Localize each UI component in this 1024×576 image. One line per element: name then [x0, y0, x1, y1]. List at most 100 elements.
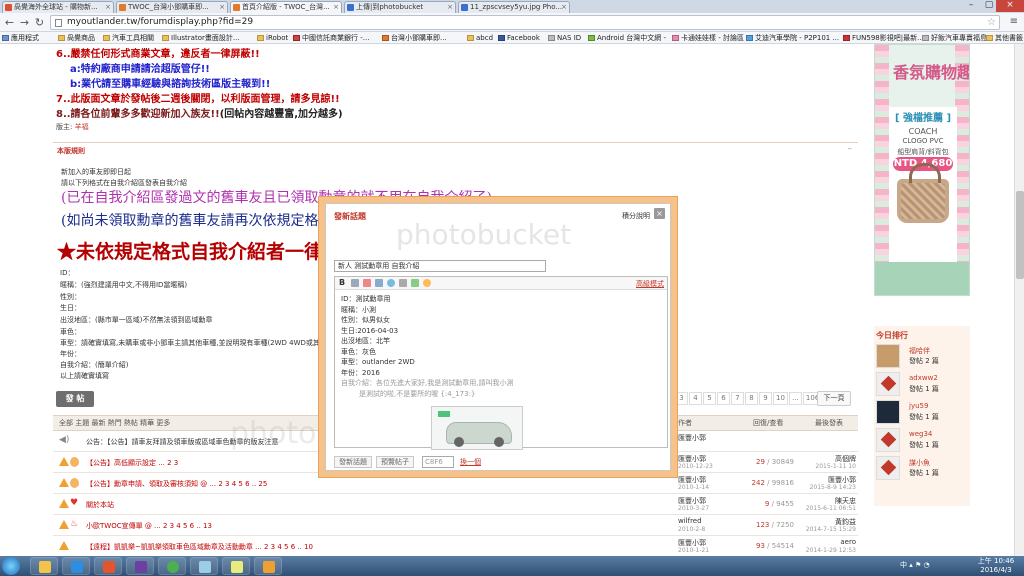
taskbar-app[interactable] [254, 557, 282, 575]
avatar[interactable] [876, 456, 900, 480]
post-editor[interactable]: B 高級模式 ID：測試勳章用 暱稱：小測 性別：似男似女 生日:2016-04… [334, 276, 668, 450]
moderator-link[interactable]: 羊福 [75, 123, 89, 131]
close-tab-icon[interactable]: × [561, 2, 567, 12]
bookmark-item[interactable]: Facebook [498, 33, 540, 43]
page-scrollbar[interactable] [1014, 44, 1024, 556]
bookmark-star-icon[interactable]: ☆ [987, 16, 996, 29]
close-dialog-button[interactable]: × [654, 208, 665, 219]
bookmark-item[interactable]: NAS ID [548, 33, 581, 43]
quote-icon[interactable] [399, 279, 407, 287]
last-poster[interactable]: aero [798, 538, 856, 546]
thread-title[interactable]: 小歐TWOC宣傳單 @ ... 2 3 4 5 6 .. 13 [86, 521, 212, 531]
bold-icon[interactable]: B [339, 279, 347, 287]
taskbar-app[interactable] [222, 557, 250, 575]
bookmark-item[interactable]: 台灣小鄧購車即... [382, 33, 447, 43]
address-bar[interactable]: myoutlander.tw/forumdisplay.php?fid=29 ☆ [50, 15, 1000, 30]
ranking-item[interactable]: adxww2 發帖 1 篇 [876, 372, 968, 396]
ranking-item[interactable]: jyu59 發帖 1 篇 [876, 400, 968, 424]
taskbar-app[interactable] [30, 557, 58, 575]
browser-menu-icon[interactable]: ≡ [1010, 16, 1018, 27]
advanced-mode-link[interactable]: 高級模式 [636, 279, 664, 289]
collapse-icon[interactable]: – [848, 144, 853, 154]
thread-author[interactable]: 匯豐小郭 [678, 433, 706, 443]
image-icon[interactable] [351, 279, 359, 287]
next-page-button[interactable]: 下一頁 [817, 391, 851, 406]
minimize-window-button[interactable]: – [962, 0, 980, 12]
bookmark-item[interactable]: Android 台灣中文網 - [588, 33, 666, 43]
table-row[interactable]: ♨ 小歐TWOC宣傳單 @ ... 2 3 4 5 6 .. 13 wilfre… [53, 516, 858, 536]
reload-icon[interactable]: ↻ [32, 15, 47, 30]
bookmark-item[interactable]: 艾迪汽車學院 - P2P101 ... [746, 33, 839, 43]
back-arrow-icon[interactable]: ← [2, 15, 17, 30]
avatar[interactable] [876, 372, 900, 396]
browser-tab[interactable]: TWOC_台灣小鄧購車即... × [116, 1, 228, 13]
bookmark-item[interactable]: 中國信託商業銀行 -... [293, 33, 369, 43]
start-button[interactable] [2, 557, 20, 575]
bookmark-item[interactable]: 咼覺商品 [58, 33, 95, 43]
bookmark-item[interactable]: FUN598影視吧|最新... [843, 33, 924, 43]
page-link[interactable]: 6 [717, 392, 730, 405]
bookmark-item[interactable]: Illustrator畫面設計... [162, 33, 240, 43]
close-window-button[interactable]: × [996, 0, 1024, 12]
color-icon[interactable] [363, 279, 371, 287]
points-help-link[interactable]: 積分說明 [622, 211, 650, 221]
browser-tab[interactable]: 上傳|到photobucket × [344, 1, 456, 13]
code-icon[interactable] [411, 279, 419, 287]
system-tray[interactable]: 中 ▴ ⚑ ◔ [900, 560, 930, 570]
page-link[interactable]: 7 [731, 392, 744, 405]
close-tab-icon[interactable]: × [333, 2, 339, 12]
subject-input[interactable]: 新人 測試勳章用 自我介紹 [334, 260, 546, 272]
captcha-input[interactable]: C8F6 [422, 456, 454, 468]
avatar[interactable] [876, 344, 900, 368]
page-link[interactable]: 10 [773, 392, 788, 405]
page-link[interactable]: 4 [689, 392, 702, 405]
refresh-captcha-link[interactable]: 換一個 [460, 457, 481, 467]
thread-filter-links[interactable]: 全部 主題 最新 熱門 熱帖 精華 更多 [59, 416, 170, 430]
thread-author[interactable]: wilfred [678, 517, 702, 525]
thread-title[interactable]: 【公告】高低顯示設定 ... 2 3 [86, 458, 178, 468]
table-row[interactable]: 【遠程】凱凱樂~凱凱樂領取車色區域勳章及活動勳章 ... 2 3 4 5 6 .… [53, 537, 858, 557]
ad-product-card[interactable]: [ 強檔推薦 ] COACH CLOGO PVC 船型肩背/斜背包 NTD 4,… [889, 107, 957, 262]
ranking-item[interactable]: weg34 發帖 1 篇 [876, 428, 968, 452]
preview-button[interactable]: 預覽帖子 [376, 456, 414, 468]
page-link[interactable]: 9 [759, 392, 772, 405]
close-tab-icon[interactable]: × [219, 2, 225, 12]
attachment-icon[interactable] [423, 279, 431, 287]
thread-title[interactable]: 【遠程】凱凱樂~凱凱樂領取車色區域勳章及活動勳章 ... 2 3 4 5 6 .… [86, 542, 313, 552]
page-link[interactable]: 5 [703, 392, 716, 405]
bookmark-item[interactable]: abcd [467, 33, 493, 43]
bookmark-item[interactable]: 汽車工具相關 [103, 33, 154, 43]
thread-title[interactable]: 關於本站 [86, 500, 114, 510]
bookmark-item[interactable]: iRobot [257, 33, 288, 43]
page-link[interactable]: 8 [745, 392, 758, 405]
avatar[interactable] [876, 400, 900, 424]
bookmark-item[interactable]: 卡通娃娃樣 - 討論區 - [672, 33, 749, 43]
taskbar-app[interactable] [158, 557, 186, 575]
taskbar-app[interactable] [94, 557, 122, 575]
avatar[interactable] [876, 428, 900, 452]
bookmark-item[interactable]: 應用程式 [2, 33, 39, 43]
taskbar-clock[interactable]: 上午 10:46 2016/4/3 [974, 557, 1018, 575]
browser-tab[interactable]: 咼覺海外全球站 - 購物新... × [2, 1, 114, 13]
link-icon[interactable] [375, 279, 383, 287]
forward-arrow-icon[interactable]: → [17, 15, 32, 30]
taskbar-app[interactable] [62, 557, 90, 575]
close-tab-icon[interactable]: × [447, 2, 453, 12]
advertisement-banner[interactable]: 香氛購物趣 [ 強檔推薦 ] COACH CLOGO PVC 船型肩背/斜背包 … [874, 44, 970, 296]
submit-topic-button[interactable]: 發新話題 [334, 456, 372, 468]
table-row[interactable]: ♥ 關於本站 匯豐小郭 2010-3-27 9 / 9455 陳天忠 2015-… [53, 495, 858, 515]
browser-tab[interactable]: 11_zpscvsey5yu.jpg Pho... × [458, 1, 570, 13]
bookmark-item[interactable]: 好飯汽車專賣福島 [922, 33, 987, 43]
other-bookmarks[interactable]: 其他書籤 [986, 33, 1023, 43]
taskbar-app[interactable] [126, 557, 154, 575]
editor-content[interactable]: ID：測試勳章用 暱稱：小測 性別：似男似女 生日:2016-04-03 出沒地… [341, 294, 661, 399]
scrollbar-thumb[interactable] [1016, 191, 1024, 279]
close-tab-icon[interactable]: × [105, 2, 111, 12]
new-post-button[interactable]: 發 帖 [56, 391, 94, 407]
taskbar-app[interactable] [190, 557, 218, 575]
browser-tab-active[interactable]: 首頁介紹版 - TWOC_台灣... × [230, 1, 342, 13]
smiley-icon[interactable] [387, 279, 395, 287]
thread-title[interactable]: 【公告】勳章申請、領取及審核須知 @ ... 2 3 4 5 6 .. 25 [86, 479, 267, 489]
ranking-item[interactable]: 謀小魚 發帖 1 篇 [876, 456, 968, 480]
ranking-item[interactable]: 福哈伴 發帖 2 篇 [876, 344, 968, 368]
